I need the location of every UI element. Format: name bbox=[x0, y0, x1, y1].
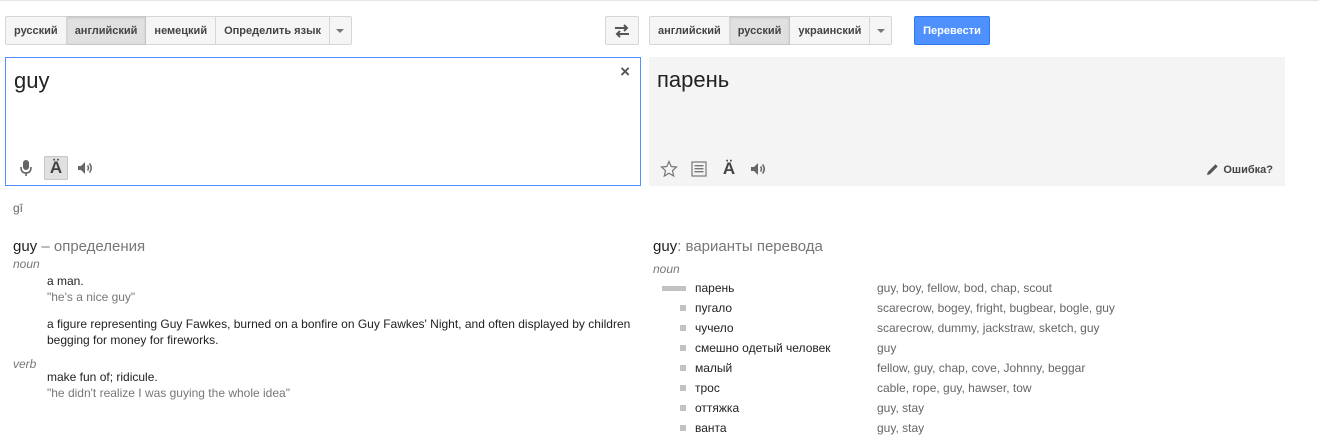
back-translations: cable, rope, guy, hawser, tow bbox=[877, 381, 1032, 395]
pencil-icon bbox=[1207, 164, 1219, 175]
source-lang-russian[interactable]: русский bbox=[5, 16, 67, 45]
back-translations: guy, boy, fellow, bod, chap, scout bbox=[877, 281, 1052, 295]
microphone-button[interactable] bbox=[14, 156, 38, 180]
list-icon bbox=[691, 161, 707, 177]
back-translations: guy, stay bbox=[877, 401, 925, 415]
back-translations: fellow, guy, chap, cove, Johnny, beggar bbox=[877, 361, 1086, 375]
translate-button[interactable]: Перевести bbox=[914, 16, 990, 45]
back-translations: guy bbox=[877, 341, 897, 355]
transliteration-button[interactable]: Ä bbox=[717, 157, 741, 181]
star-button[interactable] bbox=[657, 157, 681, 181]
part-of-speech: noun bbox=[653, 262, 680, 276]
frequency-indicator bbox=[653, 345, 695, 351]
translation-word[interactable]: пугало bbox=[695, 301, 877, 315]
source-text[interactable]: guy bbox=[14, 68, 49, 94]
source-lang-english[interactable]: английский bbox=[66, 16, 147, 45]
swap-languages-icon bbox=[615, 23, 629, 38]
translations-heading: guy: варианты перевода bbox=[653, 238, 1313, 255]
translation-row: трос cable, rope, guy, hawser, tow bbox=[653, 378, 1313, 398]
frequency-bar bbox=[680, 345, 686, 351]
source-text-area[interactable]: guy × Ä bbox=[5, 57, 641, 186]
translation-row: ванта guy, stay bbox=[653, 418, 1313, 438]
target-lang-russian[interactable]: русский bbox=[729, 16, 791, 45]
target-language-bar: английский русский украинский bbox=[649, 16, 893, 45]
chevron-down-icon bbox=[876, 28, 885, 33]
translation-row: малый fellow, guy, chap, cove, Johnny, be… bbox=[653, 358, 1313, 378]
definition-example: "he didn't realize I was guying the whol… bbox=[47, 386, 290, 400]
target-lang-dropdown[interactable] bbox=[870, 16, 893, 45]
translation-word[interactable]: трос bbox=[695, 381, 877, 395]
translation-row: чучело scarecrow, dummy, jackstraw, sketc… bbox=[653, 318, 1313, 338]
frequency-indicator bbox=[653, 385, 695, 391]
target-lang-ukrainian[interactable]: украинский bbox=[790, 16, 871, 45]
definitions-heading: guy – определения bbox=[13, 238, 633, 255]
part-of-speech: noun bbox=[13, 257, 40, 271]
microphone-icon bbox=[20, 160, 32, 176]
top-divider bbox=[0, 0, 1319, 1]
source-lang-dropdown[interactable] bbox=[329, 16, 352, 45]
frequency-bar bbox=[680, 325, 686, 331]
translations-panel: guy: варианты перевода noun парень guy, b… bbox=[653, 238, 1313, 438]
definition-example: "he's a nice guy" bbox=[47, 290, 136, 304]
frequency-bar bbox=[680, 385, 686, 391]
listen-source-button[interactable] bbox=[74, 156, 98, 180]
frequency-indicator bbox=[653, 425, 695, 431]
source-language-bar: русский английский немецкий Определить я… bbox=[5, 16, 352, 45]
frequency-bar bbox=[680, 405, 686, 411]
translations-word: guy bbox=[653, 238, 678, 255]
speaker-icon bbox=[78, 162, 92, 174]
input-tools-icon: Ä bbox=[722, 159, 736, 178]
source-lang-detect[interactable]: Определить язык bbox=[216, 16, 330, 45]
translation-text: парень bbox=[657, 67, 730, 92]
definitions-heading-suffix: – определения bbox=[37, 238, 146, 255]
translation-row: парень guy, boy, fellow, bod, chap, scout bbox=[653, 278, 1313, 298]
clear-icon[interactable]: × bbox=[620, 62, 630, 82]
frequency-indicator bbox=[653, 405, 695, 411]
translation-word[interactable]: оттяжка bbox=[695, 401, 877, 415]
translations-heading-suffix: : варианты перевода bbox=[677, 238, 823, 255]
suggest-edit-label: Ошибка? bbox=[1223, 163, 1273, 176]
translation-word[interactable]: смешно одетый человек bbox=[695, 341, 877, 355]
translation-word[interactable]: малый bbox=[695, 361, 877, 375]
definition: make fun of; ridicule. bbox=[47, 370, 158, 384]
definition: a figure representing Guy Fawkes, burned… bbox=[47, 317, 631, 347]
swap-languages-button[interactable] bbox=[605, 16, 639, 45]
definition: a man. bbox=[47, 274, 84, 288]
source-toolbar: Ä bbox=[14, 156, 98, 180]
translation-toolbar: Ä bbox=[657, 157, 771, 181]
translation-row: пугало scarecrow, bogey, fright, bugbear,… bbox=[653, 298, 1313, 318]
translation-word[interactable]: ванта bbox=[695, 421, 877, 435]
frequency-indicator bbox=[653, 325, 695, 331]
input-tools-icon: Ä bbox=[49, 158, 63, 177]
definitions-word: guy bbox=[13, 238, 38, 255]
translation-result-area: парень Ä Ошибка? bbox=[649, 57, 1285, 186]
frequency-indicator bbox=[653, 305, 695, 311]
definitions-panel: guy – определения noun a man. "he's a ni… bbox=[13, 238, 633, 401]
translations-table: парень guy, boy, fellow, bod, chap, scout… bbox=[653, 278, 1313, 438]
chevron-down-icon bbox=[336, 28, 345, 33]
frequency-indicator bbox=[653, 365, 695, 371]
translation-word[interactable]: парень bbox=[695, 281, 877, 295]
frequency-bar bbox=[662, 285, 686, 291]
frequency-bar bbox=[680, 425, 686, 431]
frequency-indicator bbox=[653, 285, 695, 291]
speaker-icon bbox=[751, 163, 765, 175]
back-translations: guy, stay bbox=[877, 421, 925, 435]
frequency-bar bbox=[680, 305, 686, 311]
translation-row: оттяжка guy, stay bbox=[653, 398, 1313, 418]
back-translations: scarecrow, bogey, fright, bugbear, bogle… bbox=[877, 301, 1115, 315]
star-icon bbox=[660, 160, 678, 178]
listen-translation-button[interactable] bbox=[747, 157, 771, 181]
frequency-bar bbox=[680, 365, 686, 371]
translation-row: смешно одетый человек guy bbox=[653, 338, 1313, 358]
translation-word[interactable]: чучело bbox=[695, 321, 877, 335]
source-lang-german[interactable]: немецкий bbox=[146, 16, 217, 45]
select-all-button[interactable] bbox=[687, 157, 711, 181]
suggest-edit-link[interactable]: Ошибка? bbox=[1206, 163, 1273, 176]
back-translations: scarecrow, dummy, jackstraw, sketch, guy bbox=[877, 321, 1100, 335]
input-tools-button[interactable]: Ä bbox=[44, 156, 68, 180]
transliteration: gī bbox=[13, 201, 24, 215]
target-lang-english[interactable]: английский bbox=[649, 16, 730, 45]
